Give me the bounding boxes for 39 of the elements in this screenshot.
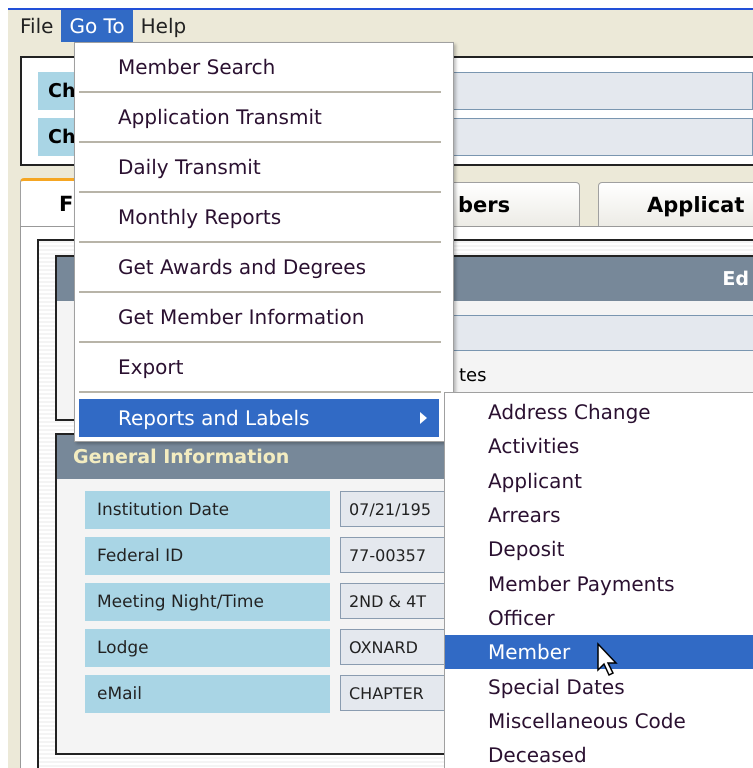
menu-item[interactable]: Daily Transmit (79, 143, 441, 193)
menu-item[interactable]: Member (445, 635, 753, 670)
menu-item[interactable]: Address Change (445, 395, 753, 430)
field-label: Institution Date (85, 491, 330, 529)
field-label: eMail (85, 675, 330, 713)
menu-item[interactable]: Deposit (445, 532, 753, 566)
input-field[interactable]: 07/21/195 (340, 491, 444, 527)
tab[interactable]: Applicat (598, 182, 753, 226)
input-field[interactable]: CHAPTER (340, 675, 444, 711)
menu-item[interactable]: Monthly Reports (79, 193, 441, 243)
menu-item[interactable]: Officer (445, 600, 753, 636)
menu-item[interactable]: Special Dates (445, 669, 753, 704)
menu-item[interactable]: Reports and Labels (79, 399, 439, 437)
menu-item[interactable]: Member Search (79, 43, 441, 93)
field-label: Lodge (85, 629, 330, 667)
field-label: Ch (38, 72, 76, 110)
submenu-arrow-icon (420, 412, 427, 424)
menu-item[interactable]: Get Awards and Degrees (79, 243, 441, 293)
menu-item[interactable]: Applicant (445, 464, 753, 498)
menu-item[interactable]: Application Transmit (79, 93, 441, 143)
menu-item[interactable]: Export (79, 343, 441, 393)
menu-item[interactable]: Miscellaneous Code (445, 704, 753, 738)
menu-item[interactable]: Activities (445, 429, 753, 464)
section-title: Ed (722, 268, 749, 290)
field-label: Meeting Night/Time (85, 583, 330, 621)
cursor-icon (596, 642, 620, 678)
menu-bar-item[interactable]: Help (132, 10, 194, 42)
menu-item[interactable]: Get Member Information (79, 293, 441, 343)
input-field[interactable]: 2ND & 4T (340, 583, 444, 619)
input-field[interactable]: 77-00357 (340, 537, 444, 573)
menu-item[interactable]: Arrears (445, 498, 753, 532)
input-field[interactable]: OXNARD (340, 629, 444, 665)
field-label: Federal ID (85, 537, 330, 575)
menu-bar-item[interactable]: Go To (61, 10, 133, 42)
field-label: Ch (38, 118, 76, 156)
menu-item[interactable]: Member Payments (445, 566, 753, 601)
menu-item[interactable]: Deceased (445, 738, 753, 768)
section-title: General Information (73, 446, 290, 468)
menu-bar-item[interactable]: File (12, 10, 62, 42)
